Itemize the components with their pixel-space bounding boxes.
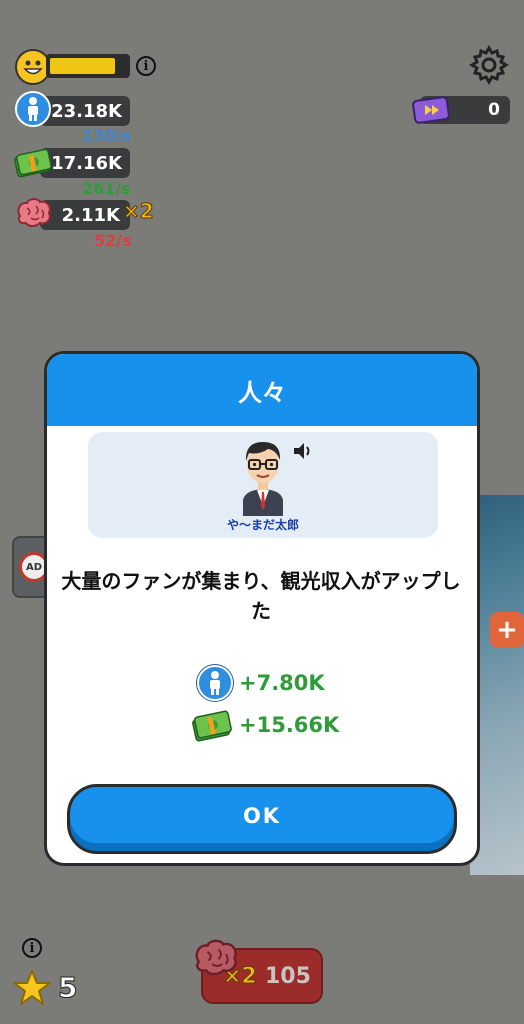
dialog-title: 人々 [238, 378, 286, 407]
speaker-avatar [235, 434, 291, 516]
brain-icon [191, 937, 241, 979]
ad-label: AD [25, 561, 43, 573]
brain-rate: 52/s [94, 231, 132, 250]
brain-boost-cost: 105 [265, 964, 311, 989]
plus-label: + [496, 615, 518, 645]
speaker-sound-icon[interactable] [291, 439, 315, 463]
mood-info-icon[interactable]: i [136, 56, 156, 76]
star-icon [12, 968, 52, 1008]
money-counter: 17.16K [40, 148, 130, 178]
reward-people-value: +7.80K [239, 671, 325, 695]
reward-money-row: +15.66K [192, 708, 340, 742]
money-icon [191, 708, 233, 742]
brain-icon [14, 196, 54, 230]
dialog-header: 人々 [47, 354, 477, 426]
ok-label: OK [242, 804, 282, 828]
settings-gear-icon[interactable] [468, 44, 510, 86]
person-icon [15, 91, 51, 127]
plus-button[interactable]: + [490, 612, 524, 648]
people-value: 23.18K [51, 100, 122, 122]
reward-people-row: +7.80K [197, 665, 325, 701]
brain-value: 2.11K [61, 204, 120, 226]
people-counter: 23.18K [40, 96, 130, 126]
money-rate: 261/s [82, 179, 131, 198]
people-rate: 130/s [82, 126, 131, 145]
fast-forward-ticket-icon [412, 96, 452, 124]
speaker-name: や～まだ太郎 [226, 518, 299, 532]
mood-bar-fill [50, 58, 115, 74]
star-info-icon[interactable]: i [22, 938, 42, 958]
person-icon [197, 665, 233, 701]
ok-button[interactable]: OK [67, 784, 457, 854]
reward-money-value: +15.66K [239, 713, 340, 737]
speaker-card: や～まだ太郎 [88, 432, 438, 538]
mood-bar [46, 54, 130, 78]
star-count: 5 [57, 971, 78, 1005]
brain-multiplier: ×2 [123, 199, 155, 224]
ticket-count: 0 [488, 100, 500, 120]
money-value: 17.16K [51, 152, 122, 174]
money-icon [14, 146, 52, 178]
event-message: 大量のファンが集まり、観光収入がアップした [61, 569, 461, 623]
event-dialog: 人々 や～まだ太郎 大量のファンが集まり、観光収入がアップした +7.80K +… [44, 351, 480, 866]
